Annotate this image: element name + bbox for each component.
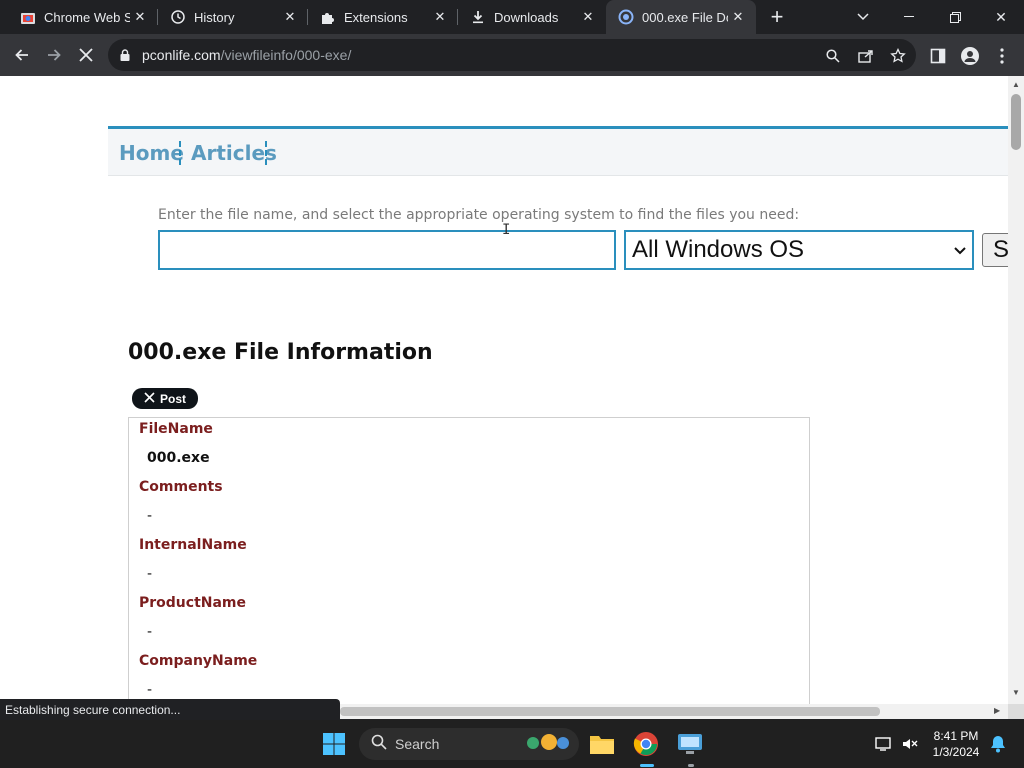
x-logo-icon [144, 391, 155, 406]
address-bar[interactable]: pconlife.com/viewfileinfo/000-exe/ [108, 39, 916, 71]
remote-desktop-icon[interactable] [674, 728, 706, 760]
horizontal-scroll-thumb[interactable] [340, 707, 880, 716]
side-panel-icon[interactable] [928, 46, 948, 66]
info-value-internalname: - [147, 566, 153, 582]
close-tab-icon[interactable]: ✕ [578, 7, 598, 27]
info-value-comments: - [147, 508, 153, 524]
close-tab-icon[interactable]: ✕ [280, 7, 300, 27]
clock-date: 1/3/2024 [932, 745, 980, 759]
x-post-button[interactable]: Post [132, 388, 198, 409]
tab-history[interactable]: History ✕ [158, 0, 308, 34]
search-icon [371, 734, 387, 755]
zoom-search-icon[interactable] [824, 47, 842, 65]
info-value-filename: 000.exe [147, 450, 210, 466]
nav-home-link[interactable]: Home [119, 141, 184, 165]
vertical-scroll-thumb[interactable] [1011, 94, 1021, 150]
file-info-table: FileName 000.exe Comments - InternalName… [128, 417, 810, 704]
page-viewport: Home Articles Enter the file name, and s… [0, 76, 1008, 704]
status-bubble: Establishing secure connection... [0, 699, 340, 720]
notification-bell-icon[interactable] [982, 728, 1014, 760]
tab-title: Extensions [344, 9, 408, 25]
tab-title: Downloads [494, 9, 559, 25]
nav-divider [179, 141, 181, 165]
system-clock[interactable]: 8:41 PM 1/3/2024 [922, 728, 990, 760]
new-tab-icon[interactable]: + [764, 4, 790, 29]
nav-divider [265, 141, 267, 165]
scroll-right-arrow-icon[interactable]: ▶ [994, 706, 1000, 715]
taskbar-search[interactable]: Search [359, 728, 579, 760]
windows-start-icon[interactable] [318, 728, 350, 760]
x-post-label: Post [159, 391, 186, 406]
os-select-value: All Windows OS [632, 236, 805, 263]
running-app-indicator [688, 764, 694, 767]
browser-toolbar: pconlife.com/viewfileinfo/000-exe/ [0, 34, 1024, 76]
lock-icon[interactable] [120, 48, 130, 61]
os-select[interactable]: All Windows OS [624, 230, 974, 270]
tab-extensions[interactable]: Extensions ✕ [308, 0, 458, 34]
search-button[interactable]: S [982, 233, 1008, 267]
profile-icon[interactable] [960, 46, 980, 66]
file-explorer-icon[interactable] [586, 728, 618, 760]
close-tab-icon[interactable]: ✕ [430, 7, 450, 27]
tab-chrome-web-store[interactable]: Chrome Web Store ✕ [8, 0, 158, 34]
chevron-down-icon [954, 242, 966, 258]
info-label-productname: ProductName [139, 595, 247, 611]
tab-strip: Chrome Web Store ✕ History ✕ Extensions … [0, 0, 1024, 34]
tab-downloads[interactable]: Downloads ✕ [458, 0, 606, 34]
forward-arrow-icon[interactable] [41, 42, 67, 68]
download-icon [470, 9, 486, 25]
share-icon[interactable] [857, 47, 875, 65]
url-text[interactable]: pconlife.com/viewfileinfo/000-exe/ [142, 47, 351, 63]
menu-kebab-icon[interactable] [992, 46, 1012, 66]
vertical-scrollbar[interactable]: ▲ ▼ [1008, 76, 1024, 704]
minimize-icon[interactable] [886, 0, 932, 34]
tab-000-exe[interactable]: 000.exe File Download ✕ [606, 0, 756, 34]
scroll-down-arrow-icon[interactable]: ▼ [1012, 688, 1020, 697]
active-app-indicator [640, 764, 654, 767]
scrollbar-corner [1008, 704, 1024, 719]
info-label-filename: FileName [139, 421, 213, 437]
stop-loading-icon[interactable] [73, 42, 99, 68]
url-path: /viewfileinfo/000-exe/ [220, 47, 352, 63]
site-navbar: Home Articles [108, 126, 1008, 176]
close-window-icon[interactable]: ✕ [978, 0, 1024, 34]
puzzle-icon [320, 9, 336, 25]
info-value-productname: - [147, 624, 153, 640]
close-tab-icon[interactable]: ✕ [130, 7, 150, 27]
back-arrow-icon[interactable] [9, 42, 35, 68]
info-label-comments: Comments [139, 479, 223, 495]
restore-icon[interactable] [932, 0, 978, 34]
chrome-web-store-icon [20, 9, 36, 25]
close-tab-icon[interactable]: ✕ [728, 7, 748, 27]
scroll-up-arrow-icon[interactable]: ▲ [1012, 80, 1020, 89]
search-hint-text: Enter the file name, and select the appr… [158, 207, 800, 223]
tab-title: Chrome Web Store [44, 9, 130, 25]
tab-search-chevron-icon[interactable] [840, 0, 886, 34]
tab-title: 000.exe File Download [642, 9, 728, 25]
bookmark-star-icon[interactable] [889, 47, 907, 65]
taskbar-search-label: Search [395, 736, 440, 752]
text-cursor-icon: I [502, 222, 511, 238]
info-value-companyname: - [147, 682, 153, 698]
page-title: 000.exe File Information [128, 340, 433, 365]
file-search-input[interactable] [158, 230, 616, 270]
search-highlight-icon [523, 732, 571, 757]
url-domain: pconlife.com [142, 47, 221, 63]
site-favicon-icon [618, 9, 634, 25]
windows-taskbar: Search 8:41 PM 1/3/2024 [0, 720, 1024, 768]
info-label-companyname: CompanyName [139, 653, 258, 669]
clock-time: 8:41 PM [933, 729, 979, 743]
history-icon [170, 9, 186, 25]
chrome-icon[interactable] [630, 728, 662, 760]
tab-title: History [194, 9, 235, 25]
info-label-internalname: InternalName [139, 537, 247, 553]
